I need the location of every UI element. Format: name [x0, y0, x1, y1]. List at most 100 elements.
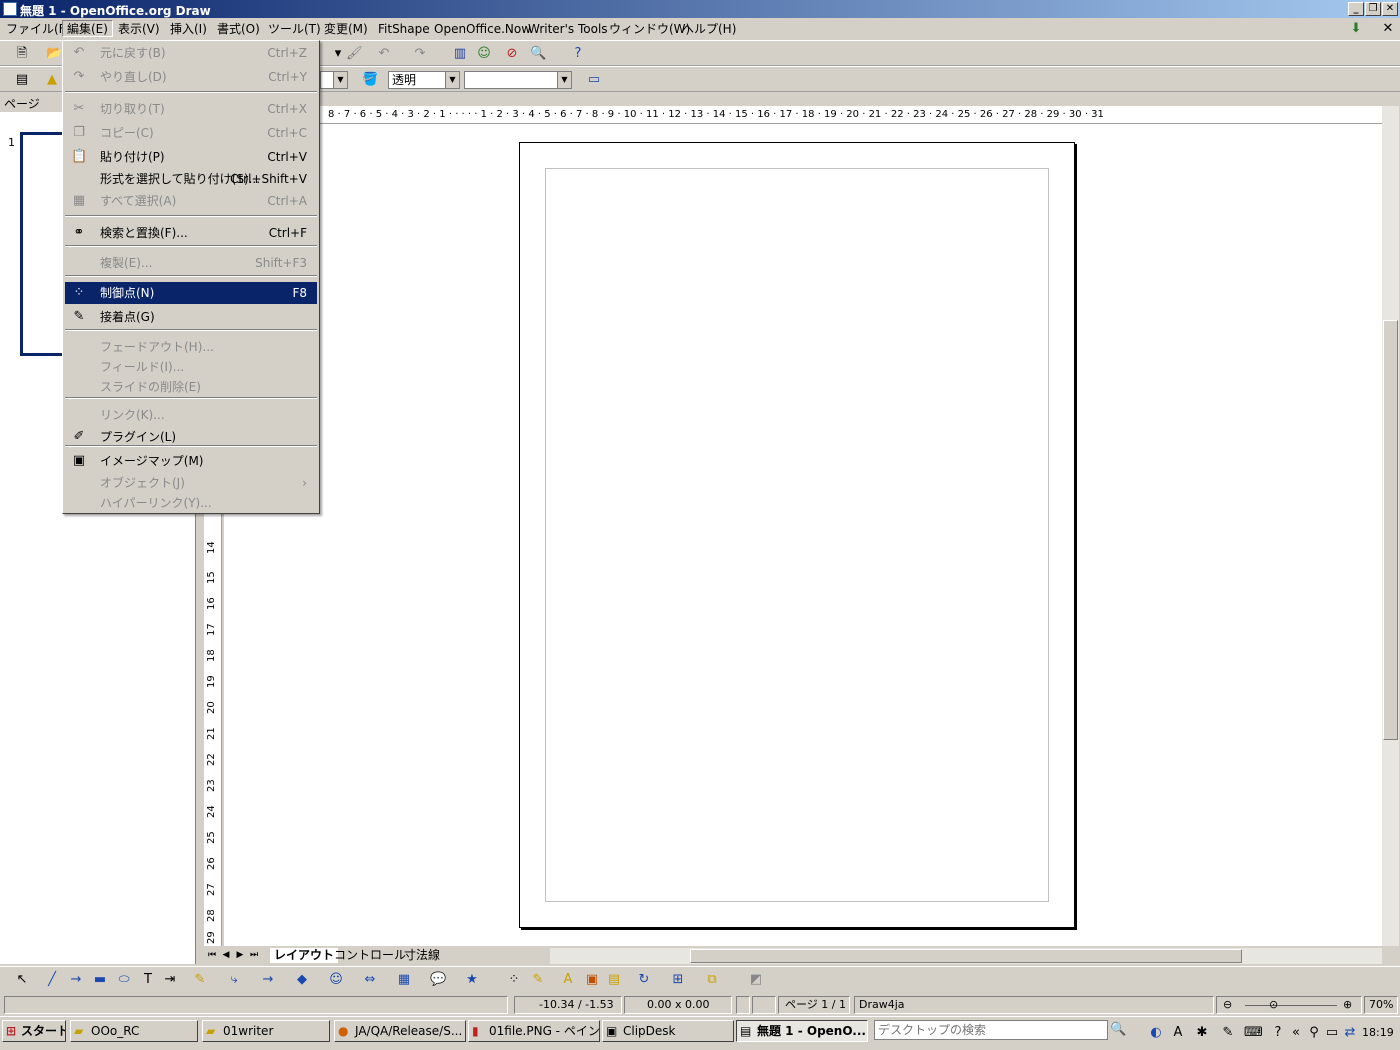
- edit-menu-item[interactable]: ▦ すべて選択(A) Ctrl+A: [65, 190, 317, 212]
- select-arrow-icon[interactable]: ↖: [14, 972, 30, 988]
- block-arrows-icon[interactable]: ⇔: [362, 972, 378, 988]
- selection-mode-field[interactable]: [752, 996, 776, 1014]
- tray-expand-icon[interactable]: «: [1288, 1025, 1304, 1041]
- chart-icon[interactable]: ▥: [452, 46, 468, 62]
- tray-monitor-icon[interactable]: ▭: [1324, 1025, 1340, 1041]
- menu-fitshape[interactable]: FitShape: [374, 21, 434, 38]
- desktop-search-input[interactable]: [874, 1020, 1108, 1040]
- edit-menu-item[interactable]: オブジェクト(J) ›: [65, 472, 317, 494]
- ellipse-icon[interactable]: ⬭: [116, 972, 132, 988]
- line-icon[interactable]: ▲: [44, 72, 60, 88]
- close-document-icon[interactable]: ✕: [1380, 21, 1396, 37]
- vertical-scroll-thumb[interactable]: [1383, 320, 1398, 740]
- task-ooo-rc[interactable]: ▰ OOo_RC: [70, 1020, 198, 1042]
- zoom-slider[interactable]: ⊖ ⊙ ⊕: [1216, 996, 1362, 1014]
- shadow-icon[interactable]: ▭: [586, 72, 602, 88]
- tray-a-icon[interactable]: A: [1170, 1025, 1186, 1041]
- tray-network-icon[interactable]: ⇄: [1342, 1025, 1358, 1041]
- tray-keyboard-icon[interactable]: ⌨: [1244, 1025, 1263, 1041]
- tab-layout[interactable]: レイアウト: [270, 948, 339, 963]
- last-tab-icon[interactable]: ⏭: [246, 947, 262, 963]
- menu-view[interactable]: 表示(V): [114, 21, 164, 38]
- align-icon[interactable]: ⊞: [670, 972, 686, 988]
- edit-menu-item[interactable]: フェードアウト(H)...: [65, 336, 317, 358]
- update-download-icon[interactable]: ⬇: [1348, 21, 1364, 37]
- task-01writer[interactable]: ▰ 01writer: [202, 1020, 330, 1042]
- edit-menu-item[interactable]: ↷ やり直し(D) Ctrl+Y: [65, 66, 317, 88]
- basic-shapes-icon[interactable]: ◆: [294, 972, 310, 988]
- edit-menu-item[interactable]: 形式を選択して貼り付け(S)... Ctrl+Shift+V: [65, 168, 317, 190]
- tab-controls[interactable]: コントロール: [330, 948, 410, 963]
- rotate-icon[interactable]: ↻: [636, 972, 652, 988]
- task-clipdesk[interactable]: ▣ ClipDesk: [602, 1020, 734, 1042]
- zoom-in-icon[interactable]: ⊕: [1343, 997, 1352, 1013]
- search-icon[interactable]: 🔍: [1110, 1022, 1126, 1038]
- task-firefox[interactable]: ● JA/QA/Release/S...: [334, 1020, 466, 1042]
- new-document-icon[interactable]: 🗎: [14, 46, 30, 62]
- area-style-combo[interactable]: 透明 ▼: [388, 71, 460, 89]
- callouts-icon[interactable]: 💬: [430, 972, 446, 988]
- zoom-out-icon[interactable]: ⊖: [1223, 997, 1232, 1013]
- edit-menu-item[interactable]: ❐ コピー(C) Ctrl+C: [65, 122, 317, 144]
- start-button[interactable]: ⊞ スタート: [2, 1020, 66, 1042]
- menu-modify[interactable]: 変更(M): [320, 21, 372, 38]
- draw-app-icon[interactable]: [3, 2, 17, 16]
- dimension-icon[interactable]: ⇥: [162, 972, 178, 988]
- paste-dropdown-icon[interactable]: ▾: [330, 46, 346, 62]
- edit-menu-item[interactable]: ✎ 接着点(G): [65, 306, 317, 328]
- symbol-shapes-icon[interactable]: ☺: [328, 972, 344, 988]
- line-tool-icon[interactable]: ╱: [44, 972, 60, 988]
- edit-menu-item[interactable]: スライドの削除(E): [65, 376, 317, 398]
- help-icon[interactable]: ?: [570, 46, 586, 62]
- menu-tools[interactable]: ツール(T): [264, 21, 325, 38]
- edit-menu-item[interactable]: ▣ イメージマップ(M): [65, 450, 317, 472]
- menu-edit[interactable]: 編集(E): [62, 20, 113, 37]
- fill-value-combo[interactable]: ▼: [464, 71, 572, 89]
- zoom-icon[interactable]: 🔍: [530, 46, 546, 62]
- text-tool-icon[interactable]: T: [140, 972, 156, 988]
- horizontal-scrollbar[interactable]: [550, 948, 1382, 964]
- menu-insert[interactable]: 挿入(I): [166, 21, 211, 38]
- tray-tools-icon[interactable]: ✱: [1194, 1025, 1210, 1041]
- connector-icon[interactable]: ⤷: [226, 972, 242, 988]
- close-button[interactable]: ✕: [1382, 2, 1398, 16]
- gallery-tool-icon[interactable]: ▤: [606, 972, 622, 988]
- edit-menu-item[interactable]: リンク(K)...: [65, 404, 317, 426]
- edit-menu-item[interactable]: 複製(E)... Shift+F3: [65, 252, 317, 274]
- extrusion-icon[interactable]: ◩: [748, 972, 764, 988]
- tray-pen-icon[interactable]: ✎: [1220, 1025, 1236, 1041]
- edit-menu-item[interactable]: フィールド(I)...: [65, 356, 317, 378]
- points-tool-icon[interactable]: ⁘: [506, 972, 522, 988]
- tab-dimension-lines[interactable]: 寸法線: [400, 948, 444, 963]
- insert-mode-field[interactable]: [736, 996, 750, 1014]
- menu-writers-tools[interactable]: Writer's Tools: [524, 21, 612, 38]
- curve-icon[interactable]: ✎: [192, 972, 208, 988]
- edit-menu-item[interactable]: ハイパーリンク(Y)...: [65, 492, 317, 514]
- edit-menu-item[interactable]: ⁘ 制御点(N) F8: [65, 282, 317, 304]
- from-file-icon[interactable]: ▣: [584, 972, 600, 988]
- line-width-combo[interactable]: ▼: [320, 71, 348, 89]
- flowchart-icon[interactable]: ▦: [396, 972, 412, 988]
- arrange-icon[interactable]: ⧉: [704, 972, 720, 988]
- menu-format[interactable]: 書式(O): [213, 21, 264, 38]
- gallery-icon[interactable]: ☺: [476, 46, 492, 62]
- horizontal-scroll-thumb[interactable]: [690, 949, 1242, 963]
- tray-search-icon[interactable]: ⚲: [1306, 1025, 1322, 1041]
- maximize-button[interactable]: ❐: [1365, 2, 1381, 16]
- navigator-icon[interactable]: ⊘: [504, 46, 520, 62]
- tray-help-icon[interactable]: ?: [1270, 1025, 1286, 1041]
- rectangle-icon[interactable]: ▬: [92, 972, 108, 988]
- redo-icon[interactable]: ↷: [412, 46, 428, 62]
- fontwork-icon[interactable]: A: [560, 972, 576, 988]
- menu-help[interactable]: ヘルプ(H): [678, 21, 740, 38]
- zoom-thumb[interactable]: ⊙: [1269, 997, 1278, 1013]
- edit-menu-item[interactable]: ✂ 切り取り(T) Ctrl+X: [65, 98, 317, 120]
- minimize-button[interactable]: _: [1348, 2, 1364, 16]
- area-fill-icon[interactable]: 🪣: [362, 72, 378, 88]
- edit-menu-item[interactable]: ✐ プラグイン(L): [65, 426, 317, 448]
- gluepoints-tool-icon[interactable]: ✎: [530, 972, 546, 988]
- zoom-percent[interactable]: 70%: [1364, 996, 1398, 1014]
- open-folder-icon[interactable]: 📂: [46, 46, 62, 62]
- task-ooo-draw[interactable]: ▤ 無題 1 - OpenO...: [736, 1020, 868, 1042]
- tray-ime-icon[interactable]: ◐: [1148, 1025, 1164, 1041]
